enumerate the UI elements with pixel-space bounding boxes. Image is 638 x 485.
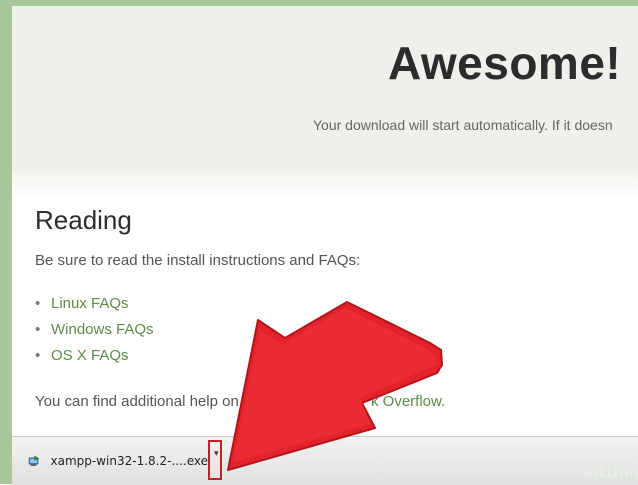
pointer-arrow-overlay xyxy=(227,301,443,471)
watermark-text: wiki xyxy=(582,466,613,481)
watermark-text-2: How xyxy=(612,466,638,481)
wikihow-watermark: wikiHow xyxy=(582,466,638,481)
